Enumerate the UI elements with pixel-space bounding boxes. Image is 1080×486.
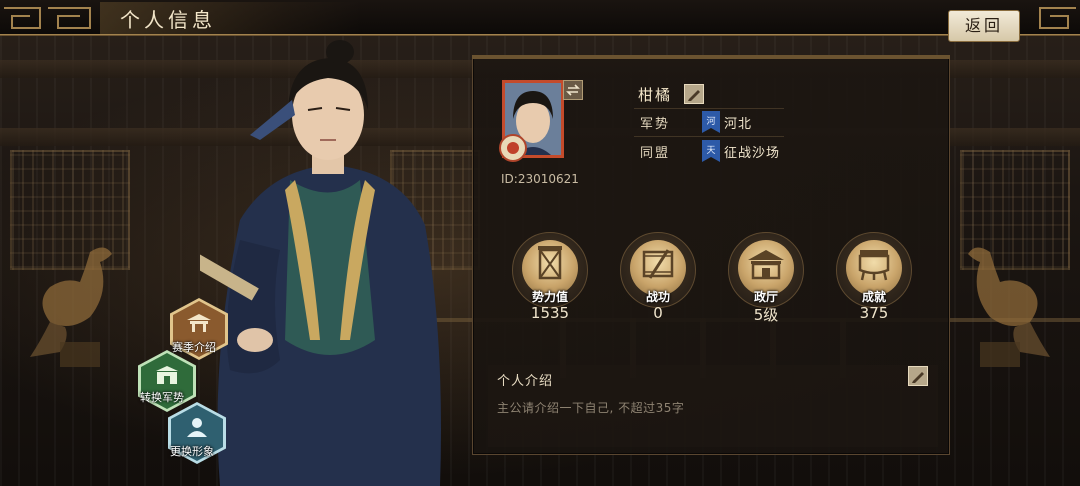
faction-value: 河北 (724, 117, 753, 132)
stat-hall-value: 5级 (753, 306, 779, 324)
row-divider (634, 136, 784, 137)
page-title: 个人信息 (120, 8, 216, 32)
stat-hall-label: 政厅 (753, 290, 778, 304)
pencil-icon (912, 372, 924, 383)
edit-name-button[interactable] (684, 84, 704, 104)
bronze-phoenix-statue (30, 247, 112, 367)
stat-hall[interactable]: 政厅 5级 (722, 232, 810, 327)
faction-flag-icon: 河 (702, 111, 720, 133)
row-divider (634, 108, 784, 109)
change-avatar-label: 更换形象 (170, 445, 214, 458)
stat-achievement-value: 375 (859, 304, 889, 322)
switch-faction-label: 转换军势 (140, 391, 184, 404)
stat-merit[interactable]: 战功 0 (614, 232, 702, 327)
character-portrait (200, 40, 441, 486)
swap-avatar-button[interactable] (563, 80, 583, 100)
intro-title: 个人介绍 (497, 374, 554, 389)
alliance-flag-char: 天 (706, 146, 715, 156)
stat-achievement-label: 成就 (861, 290, 886, 304)
gate-icon (156, 366, 178, 384)
info-panel-top-border (472, 55, 950, 59)
player-name: 柑橘 (638, 86, 673, 104)
bronze-phoenix-statue (968, 247, 1050, 367)
intro-placeholder: 主公请介绍一下自己, 不超过35字 (497, 401, 685, 415)
stat-influence-label: 势力值 (531, 290, 568, 304)
back-button[interactable]: 返回 (948, 10, 1020, 42)
seal-icon (499, 134, 527, 162)
season-intro-label: 赛季介绍 (172, 341, 216, 354)
corner-ornament-right (1039, 7, 1076, 29)
edit-intro-button[interactable] (908, 366, 928, 386)
faction-flag-char: 河 (706, 115, 715, 127)
alliance-value[interactable]: 征战沙场 (724, 142, 780, 161)
corner-ornament-left (4, 7, 91, 29)
stat-achievement[interactable]: 成就 375 (830, 232, 918, 327)
swap-icon (566, 84, 580, 96)
alliance-label: 同盟 (640, 146, 671, 161)
portrait-icon (187, 418, 207, 437)
alliance-flag-icon: 天 (702, 140, 720, 162)
stat-influence-value: 1535 (530, 304, 570, 322)
stat-merit-value: 0 (653, 304, 663, 322)
player-id: ID:23010621 (501, 172, 579, 186)
stat-merit-label: 战功 (645, 290, 670, 304)
top-bar-divider (0, 34, 1080, 35)
stat-influence[interactable]: 势力值 1535 (506, 232, 594, 327)
pavilion-icon (187, 314, 211, 332)
pencil-icon (688, 90, 700, 101)
faction-label: 军势 (640, 117, 671, 132)
